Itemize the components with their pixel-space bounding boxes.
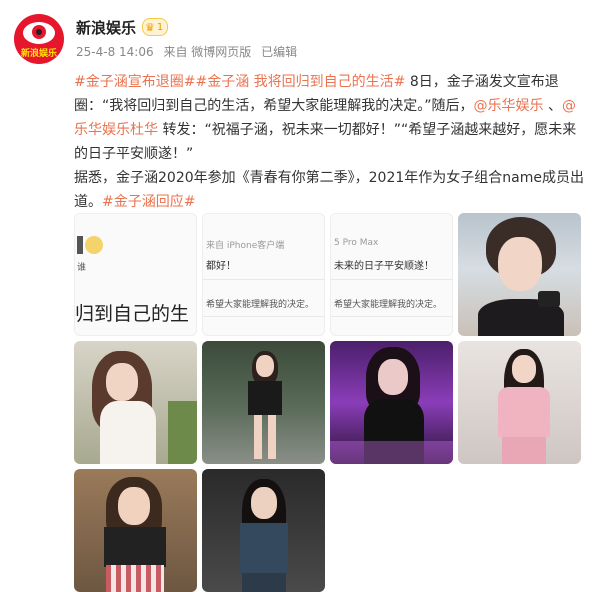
- photo-thumbnail[interactable]: [202, 469, 325, 592]
- photo-clothing: [240, 523, 288, 573]
- photo-face: [106, 363, 138, 401]
- photo-clothing: [100, 401, 156, 464]
- photo-face: [256, 355, 274, 377]
- photo-leg: [268, 415, 276, 459]
- text-fragment: [77, 236, 83, 254]
- divider: [331, 279, 452, 280]
- photo-thumbnail[interactable]: [74, 469, 197, 592]
- hashtag-link[interactable]: #金子涵回应#: [102, 194, 195, 210]
- photo-skirt: [106, 565, 164, 592]
- photo-clothing: [248, 381, 282, 415]
- photo-thumbnail[interactable]: [458, 341, 581, 464]
- screenshot-text: 未来的日子平安顺遂！: [334, 261, 434, 272]
- vip-badge[interactable]: ♛ 1: [142, 18, 169, 36]
- photo-clothing: [104, 527, 166, 567]
- avatar-logo-text: 新浪娱乐: [20, 49, 57, 59]
- photo-shorts: [242, 573, 286, 592]
- separator-text: 、: [543, 98, 562, 114]
- photo-face: [498, 237, 542, 291]
- hashtag-link[interactable]: #金子涵 我将回归到自己的生活#: [195, 74, 405, 90]
- post-date[interactable]: 25-4-8 14:06: [76, 45, 154, 59]
- photo-thumbnail[interactable]: [74, 341, 197, 464]
- post-source: 来自 微博网页版: [163, 45, 252, 59]
- photo-clothing: [498, 387, 550, 437]
- edited-label[interactable]: 已编辑: [261, 45, 297, 59]
- vip-level: 1: [156, 21, 164, 33]
- screenshot-small-text: 谁: [77, 263, 87, 273]
- photo-leg: [254, 415, 262, 459]
- screenshot-source-text: 5 Pro Max: [334, 238, 379, 248]
- screenshot-text: 希望大家能理解我的决定。: [206, 300, 315, 310]
- author-row: 新浪娱乐 ♛ 1: [76, 16, 169, 38]
- hashtag-link[interactable]: #金子涵宣布退圈#: [74, 74, 195, 90]
- author-name[interactable]: 新浪娱乐: [76, 17, 136, 38]
- photo-thumbnail[interactable]: [202, 341, 325, 464]
- photo-thumbnail[interactable]: [330, 341, 453, 464]
- screenshot-text: 希望大家能理解我的决定。: [334, 300, 443, 310]
- post-text: #金子涵宣布退圈##金子涵 我将回归到自己的生活# 8日，金子涵发文宣布退圈：“…: [74, 70, 586, 214]
- photo-face: [378, 359, 408, 395]
- divider: [203, 279, 324, 280]
- crown-icon: ♛: [145, 20, 155, 34]
- divider: [331, 316, 452, 317]
- avatar[interactable]: 新浪娱乐: [14, 14, 64, 64]
- screenshot-thumbnail[interactable]: 5 Pro Max 未来的日子平安顺遂！ 希望大家能理解我的决定。: [330, 213, 453, 336]
- screenshot-thumbnail[interactable]: 谁 归到自己的生: [74, 213, 197, 336]
- stage-lights: [330, 441, 453, 464]
- photo-foliage: [168, 401, 197, 464]
- eye-pupil-icon: [36, 29, 42, 35]
- photo-skirt: [502, 437, 546, 464]
- photo-thumbnail[interactable]: [458, 213, 581, 336]
- post-meta: 25-4-8 14:06 来自 微博网页版 已编辑: [76, 43, 303, 60]
- screenshot-thumbnail[interactable]: 来自 iPhone客户端 都好！ 希望大家能理解我的决定。: [202, 213, 325, 336]
- screenshot-source-text: 来自 iPhone客户端: [206, 241, 285, 251]
- emoji-icon: [85, 236, 103, 254]
- screenshot-large-text: 归到自己的生: [75, 303, 190, 325]
- mention-link[interactable]: @乐华娱乐: [474, 98, 544, 114]
- photo-face: [251, 487, 277, 519]
- photo-face: [512, 355, 536, 383]
- divider: [203, 316, 324, 317]
- photo-face: [118, 487, 150, 525]
- screenshot-text: 都好！: [206, 261, 236, 272]
- phone-prop: [538, 291, 560, 307]
